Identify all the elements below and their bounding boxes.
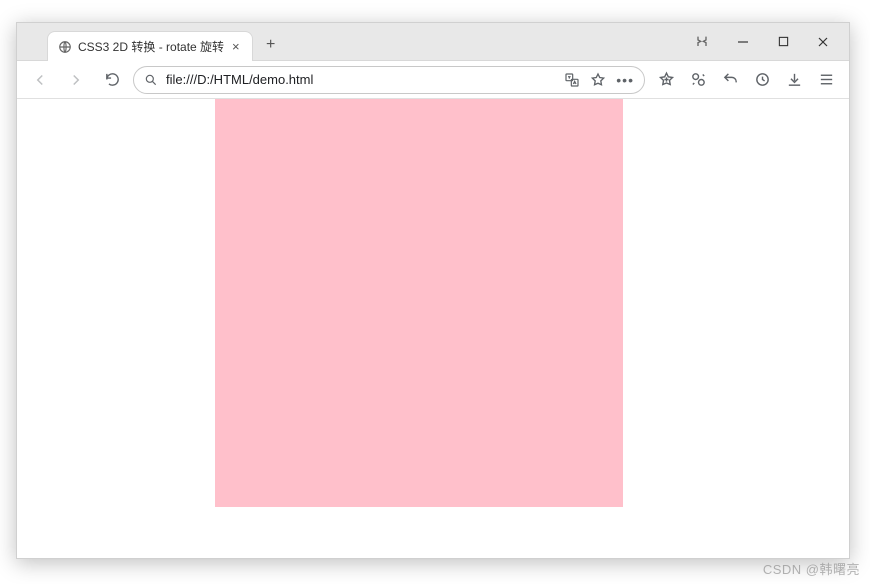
search-icon: [144, 73, 158, 87]
forward-button[interactable]: [61, 65, 91, 95]
appearance-icon[interactable]: [685, 34, 719, 50]
page-viewport: [17, 99, 849, 558]
close-window-button[interactable]: [803, 23, 843, 60]
demo-box: [215, 99, 623, 507]
translate-icon[interactable]: [564, 72, 580, 88]
address-bar[interactable]: file:///D:/HTML/demo.html •••: [133, 66, 645, 94]
watermark-text: CSDN @韩曙亮: [763, 559, 860, 578]
favorites-bar-icon[interactable]: [651, 65, 681, 95]
undo-icon[interactable]: [715, 65, 745, 95]
toolbar-right: [651, 65, 841, 95]
maximize-button[interactable]: [763, 23, 803, 60]
titlebar: CSS3 2D 转换 - rotate 旋转 × +: [17, 23, 849, 61]
new-tab-button[interactable]: +: [257, 31, 285, 59]
browser-window: CSS3 2D 转换 - rotate 旋转 × +: [16, 22, 850, 559]
toolbar: file:///D:/HTML/demo.html •••: [17, 61, 849, 99]
more-icon[interactable]: •••: [616, 72, 634, 88]
minimize-button[interactable]: [723, 23, 763, 60]
tab-close-button[interactable]: ×: [230, 38, 242, 55]
screenshot-icon[interactable]: [683, 65, 713, 95]
back-button[interactable]: [25, 65, 55, 95]
tabs-area: CSS3 2D 转换 - rotate 旋转 × +: [17, 23, 685, 60]
tab-title: CSS3 2D 转换 - rotate 旋转: [78, 38, 224, 55]
globe-icon: [58, 40, 72, 54]
tab-active[interactable]: CSS3 2D 转换 - rotate 旋转 ×: [47, 31, 253, 61]
favorite-icon[interactable]: [590, 72, 606, 88]
address-url: file:///D:/HTML/demo.html: [166, 72, 556, 87]
reload-button[interactable]: [97, 65, 127, 95]
download-icon[interactable]: [779, 65, 809, 95]
menu-icon[interactable]: [811, 65, 841, 95]
history-icon[interactable]: [747, 65, 777, 95]
window-controls: [685, 23, 849, 60]
